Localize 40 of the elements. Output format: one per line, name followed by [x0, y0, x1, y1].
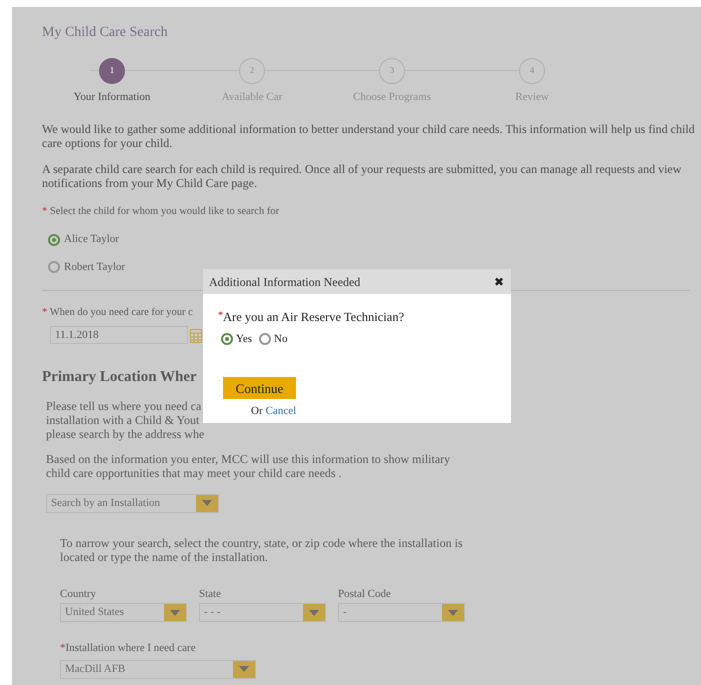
radio-button[interactable] — [259, 333, 272, 345]
date-question: * When do you need care for your c — [42, 306, 193, 320]
radio-button[interactable] — [221, 333, 233, 345]
search-type-select[interactable]: Search by an Installation — [46, 494, 219, 512]
filter-label: State — [199, 586, 222, 602]
installation-label: *Installation where I need care — [60, 641, 197, 656]
page-title: My Child Care Search — [42, 24, 169, 40]
step-label: Available Car — [222, 90, 282, 105]
info-paragraph: Based on the information you enter, MCC will use this information to show military child care opportunities that may meet your child care needs . — [46, 452, 452, 480]
filter-label: Country — [60, 586, 98, 602]
intro-paragraph: A separate child care search for each child is required. Once all of your requests are submitted, you can manage all requests and view notifications from your My Child Care page. — [42, 162, 682, 190]
step-label: Review — [515, 90, 549, 105]
child-question: * Select the child for whom you would like to search for — [42, 204, 280, 218]
radio-button[interactable] — [48, 261, 60, 273]
step-label: Your Information — [74, 90, 150, 105]
cancel-link[interactable]: Cancel — [266, 402, 296, 419]
filter-select[interactable]: - — [338, 603, 465, 622]
location-text: installation with a Child & Yout — [46, 412, 200, 426]
filter-select[interactable]: - - - — [199, 603, 326, 622]
or-text: Or — [251, 404, 263, 418]
step-label: Choose Programs — [353, 90, 431, 105]
date-field[interactable]: 11.1.2018 — [50, 326, 188, 344]
radio-button[interactable] — [48, 234, 60, 246]
location-text: please search by the address whe — [46, 426, 204, 440]
dialog-title: Additional Information Needed — [209, 274, 360, 290]
narrow-paragraph: To narrow your search, select the country, state, or zip code where the installation is located or type the name of the installation. — [60, 536, 464, 564]
location-text: Please tell us where you need ca — [46, 398, 202, 412]
installation-select[interactable]: MacDill AFB — [60, 660, 256, 678]
filter-select[interactable]: United States — [60, 603, 187, 622]
filter-label: Postal Code — [338, 586, 392, 602]
dialog-question: *Are you an Air Reserve Technician? — [218, 309, 406, 326]
option-label: Yes — [236, 332, 252, 347]
intro-paragraph: We would like to gather some additional information to better understand your child care needs. This information will help us find child care options for your child. — [42, 122, 696, 150]
continue-button[interactable]: Continue — [223, 377, 296, 400]
child-name: Alice Taylor — [64, 232, 119, 248]
calendar-icon[interactable] — [190, 327, 202, 343]
close-button[interactable]: ✖ — [494, 276, 504, 288]
option-label: No — [274, 332, 288, 347]
section-heading: Primary Location Wher — [42, 368, 197, 387]
child-name: Robert Taylor — [64, 260, 126, 275]
